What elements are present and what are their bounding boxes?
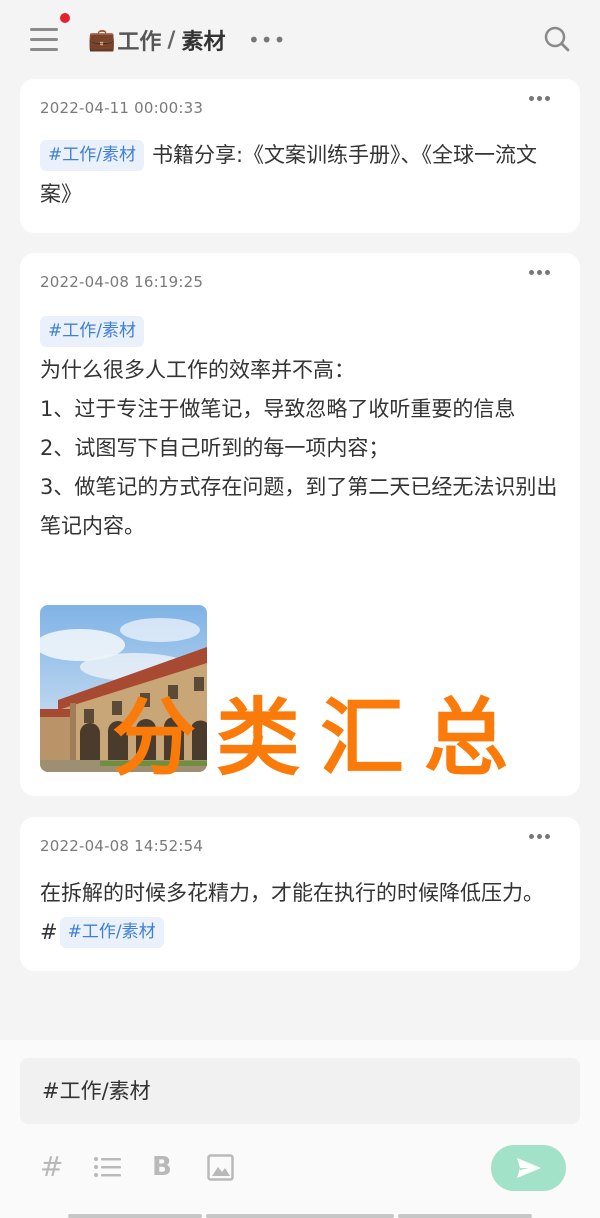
- memo-input[interactable]: #工作/素材: [20, 1058, 580, 1124]
- note-more-button[interactable]: [529, 96, 550, 101]
- title-parent: 工作: [117, 30, 162, 55]
- briefcase-icon: 💼: [88, 27, 116, 53]
- note-body: #工作/素材 书籍分享:《文案训练手册》、《全球一流文案》: [40, 136, 560, 214]
- note-card[interactable]: 2022-04-11 00:00:33 #工作/素材 书籍分享:《文案训练手册》、…: [20, 79, 580, 233]
- notification-dot: [60, 13, 70, 23]
- image-overlay-caption: 分类汇总: [112, 689, 529, 787]
- note-body: 在拆解的时候多花精力，才能在执行的时候降低压力。# #工作/素材: [40, 874, 560, 952]
- list-icon[interactable]: [93, 1152, 121, 1182]
- send-button[interactable]: [491, 1145, 566, 1191]
- note-more-button[interactable]: [529, 834, 550, 839]
- bold-icon[interactable]: B: [152, 1152, 172, 1182]
- note-date: 2022-04-11 00:00:33: [40, 99, 204, 117]
- title-separator: /: [167, 27, 176, 53]
- nav-bar-segment: [398, 1214, 532, 1218]
- note-more-button[interactable]: [529, 270, 550, 275]
- nav-bar-segment: [68, 1214, 202, 1218]
- note-card[interactable]: 2022-04-08 14:52:54 在拆解的时候多花精力，才能在执行的时候降…: [20, 817, 580, 971]
- memo-editor: #工作/素材 # B: [0, 1040, 600, 1218]
- menu-icon[interactable]: [30, 26, 60, 52]
- title-leaf: 素材: [181, 30, 226, 55]
- nav-bar-segment: [206, 1214, 394, 1218]
- top-bar: 💼 工作 / 素材 •••: [0, 0, 600, 80]
- note-date: 2022-04-08 14:52:54: [40, 837, 204, 855]
- note-body: #工作/素材 为什么很多人工作的效率并不高： 1、过于专注于做笔记，导致忽略了收…: [40, 312, 560, 546]
- note-line: 3、做笔记的方式存在问题，到了第二天已经无法识别出笔记内容。: [40, 475, 558, 538]
- note-line: 2、试图写下自己听到的每一项内容；: [40, 436, 390, 460]
- note-line: 1、过于专注于做笔记，导致忽略了收听重要的信息: [40, 397, 516, 421]
- note-tag[interactable]: #工作/素材: [40, 140, 144, 171]
- note-line: 为什么很多人工作的效率并不高：: [40, 358, 355, 382]
- note-card[interactable]: 2022-04-08 16:19:25 #工作/素材 为什么很多人工作的效率并不…: [20, 253, 580, 796]
- note-tag[interactable]: #工作/素材: [59, 917, 164, 948]
- send-icon: [516, 1158, 541, 1178]
- image-icon[interactable]: [207, 1152, 234, 1182]
- search-icon[interactable]: [543, 25, 571, 53]
- note-date: 2022-04-08 16:19:25: [40, 273, 204, 291]
- page-title[interactable]: 💼 工作 / 素材: [88, 24, 225, 56]
- hash-icon[interactable]: #: [40, 1152, 63, 1182]
- note-tag[interactable]: #工作/素材: [40, 316, 144, 347]
- title-more-button[interactable]: •••: [248, 28, 286, 52]
